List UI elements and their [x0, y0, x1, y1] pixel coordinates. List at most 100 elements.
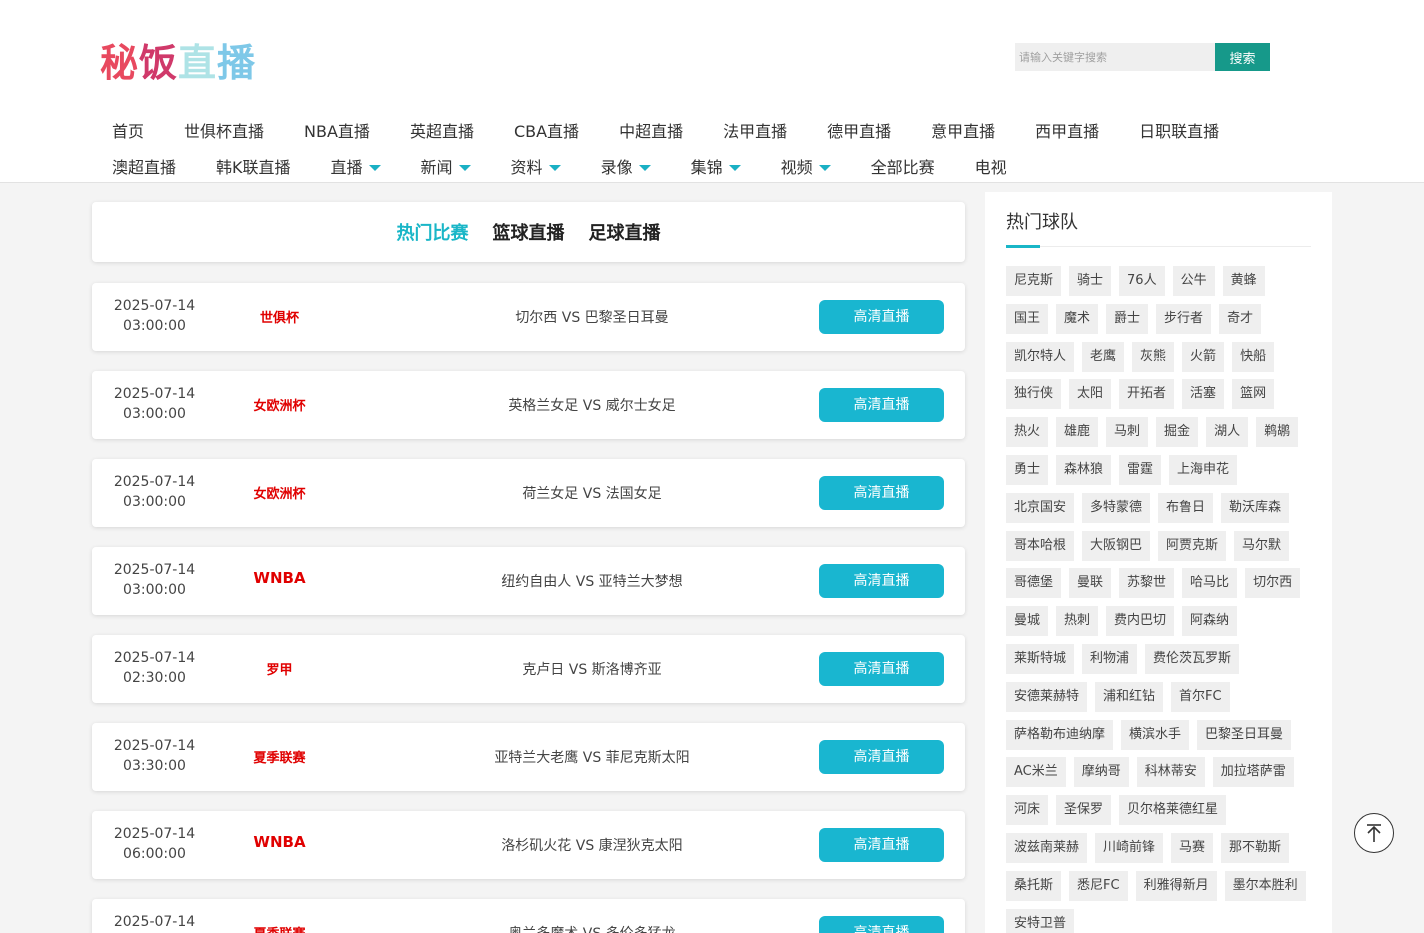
match-teams[interactable]: 克卢日 VS 斯洛博齐亚	[392, 659, 792, 679]
match-league[interactable]: 女欧洲杯	[232, 395, 327, 414]
team-tag[interactable]: 科林蒂安	[1136, 757, 1205, 788]
team-tag[interactable]: 独行侠	[1006, 379, 1062, 410]
team-tag[interactable]: 老鹰	[1082, 341, 1125, 372]
match-teams[interactable]: 亚特兰大老鹰 VS 菲尼克斯太阳	[392, 747, 792, 767]
team-tag[interactable]: 太阳	[1069, 379, 1112, 410]
team-tag[interactable]: 雄鹿	[1056, 417, 1099, 448]
nav-item[interactable]: NBA直播	[292, 118, 382, 142]
nav-item[interactable]: 西甲直播	[1023, 118, 1111, 142]
team-tag[interactable]: 河床	[1006, 795, 1049, 826]
nav-item[interactable]: 视频	[769, 154, 843, 178]
team-tag[interactable]: 76人	[1119, 266, 1165, 296]
tab-hot-matches[interactable]: 热门比赛	[397, 219, 469, 245]
nav-item[interactable]: 全部比赛	[859, 154, 947, 178]
site-logo[interactable]: 秘 饭 直 播	[100, 36, 256, 85]
team-tag[interactable]: 曼城	[1006, 606, 1049, 637]
nav-item[interactable]: 德甲直播	[815, 118, 903, 142]
nav-item[interactable]: 日职联直播	[1127, 118, 1231, 142]
team-tag[interactable]: 加拉塔萨雷	[1212, 757, 1294, 788]
match-league[interactable]: 女欧洲杯	[232, 483, 327, 502]
nav-item[interactable]: 世俱杯直播	[172, 118, 276, 142]
team-tag[interactable]: 多特蒙德	[1082, 492, 1151, 523]
team-tag[interactable]: 阿贾克斯	[1158, 530, 1227, 561]
team-tag[interactable]: 哈马比	[1182, 568, 1238, 599]
live-stream-button[interactable]: 高清直播	[819, 300, 944, 334]
team-tag[interactable]: 马尔默	[1234, 530, 1290, 561]
team-tag[interactable]: 雷霆	[1119, 454, 1162, 485]
team-tag[interactable]: 安特卫普	[1006, 908, 1075, 933]
team-tag[interactable]: 骑士	[1069, 266, 1112, 296]
team-tag[interactable]: 鹈鹕	[1256, 417, 1299, 448]
team-tag[interactable]: 利物浦	[1082, 643, 1138, 674]
match-league[interactable]: WNBA	[232, 569, 327, 587]
team-tag[interactable]: 黄蜂	[1222, 266, 1265, 296]
team-tag[interactable]: 国王	[1006, 303, 1049, 334]
team-tag[interactable]: 首尔FC	[1171, 681, 1230, 712]
team-tag[interactable]: 篮网	[1232, 379, 1275, 410]
live-stream-button[interactable]: 高清直播	[819, 476, 944, 510]
team-tag[interactable]: 湖人	[1206, 417, 1249, 448]
nav-item[interactable]: 首页	[100, 118, 156, 142]
team-tag[interactable]: 勇士	[1006, 454, 1049, 485]
tab-football[interactable]: 足球直播	[589, 219, 661, 245]
live-stream-button[interactable]: 高清直播	[819, 828, 944, 862]
team-tag[interactable]: 横滨水手	[1121, 719, 1190, 750]
search-input[interactable]	[1015, 43, 1215, 71]
team-tag[interactable]: 川崎前锋	[1095, 832, 1164, 863]
live-stream-button[interactable]: 高清直播	[819, 652, 944, 686]
live-stream-button[interactable]: 高清直播	[819, 564, 944, 598]
team-tag[interactable]: AC米兰	[1006, 757, 1066, 788]
team-tag[interactable]: 北京国安	[1006, 492, 1075, 523]
nav-item[interactable]: CBA直播	[502, 118, 591, 142]
team-tag[interactable]: 安德莱赫特	[1006, 681, 1088, 712]
team-tag[interactable]: 悉尼FC	[1069, 870, 1128, 901]
team-tag[interactable]: 巴黎圣日耳曼	[1197, 719, 1292, 750]
match-teams[interactable]: 洛杉矶火花 VS 康涅狄克太阳	[392, 835, 792, 855]
team-tag[interactable]: 魔术	[1056, 303, 1099, 334]
team-tag[interactable]: 火箭	[1182, 341, 1225, 372]
team-tag[interactable]: 桑托斯	[1006, 870, 1062, 901]
team-tag[interactable]: 尼克斯	[1006, 266, 1062, 296]
team-tag[interactable]: 勒沃库森	[1221, 492, 1290, 523]
match-teams[interactable]: 切尔西 VS 巴黎圣日耳曼	[392, 307, 792, 327]
team-tag[interactable]: 浦和红钻	[1095, 681, 1164, 712]
back-to-top-button[interactable]	[1354, 813, 1394, 853]
team-tag[interactable]: 开拓者	[1119, 379, 1175, 410]
team-tag[interactable]: 哥本哈根	[1006, 530, 1075, 561]
team-tag[interactable]: 马赛	[1171, 832, 1214, 863]
nav-item[interactable]: 新闻	[409, 154, 483, 178]
team-tag[interactable]: 马刺	[1106, 417, 1149, 448]
match-teams[interactable]: 奥兰多魔术 VS 多伦多猛龙	[392, 923, 792, 933]
live-stream-button[interactable]: 高清直播	[819, 740, 944, 774]
nav-item[interactable]: 法甲直播	[711, 118, 799, 142]
team-tag[interactable]: 森林狼	[1056, 454, 1112, 485]
team-tag[interactable]: 贝尔格莱德红星	[1119, 795, 1227, 826]
team-tag[interactable]: 萨格勒布迪纳摩	[1006, 719, 1114, 750]
team-tag[interactable]: 阿森纳	[1182, 606, 1238, 637]
nav-item[interactable]: 澳超直播	[100, 154, 188, 178]
nav-item[interactable]: 中超直播	[607, 118, 695, 142]
match-league[interactable]: 夏季联赛	[232, 747, 327, 766]
team-tag[interactable]: 费伦茨瓦罗斯	[1145, 643, 1240, 674]
team-tag[interactable]: 莱斯特城	[1006, 643, 1075, 674]
team-tag[interactable]: 哥德堡	[1006, 568, 1062, 599]
nav-item[interactable]: 英超直播	[398, 118, 486, 142]
team-tag[interactable]: 曼联	[1069, 568, 1112, 599]
team-tag[interactable]: 奇才	[1219, 303, 1262, 334]
team-tag[interactable]: 灰熊	[1132, 341, 1175, 372]
team-tag[interactable]: 快船	[1232, 341, 1275, 372]
live-stream-button[interactable]: 高清直播	[819, 388, 944, 422]
match-teams[interactable]: 荷兰女足 VS 法国女足	[392, 483, 792, 503]
match-league[interactable]: WNBA	[232, 833, 327, 851]
tab-basketball[interactable]: 篮球直播	[493, 219, 565, 245]
team-tag[interactable]: 公牛	[1172, 266, 1215, 296]
team-tag[interactable]: 费内巴切	[1106, 606, 1175, 637]
team-tag[interactable]: 凯尔特人	[1006, 341, 1075, 372]
nav-item[interactable]: 直播	[319, 154, 393, 178]
team-tag[interactable]: 切尔西	[1245, 568, 1301, 599]
team-tag[interactable]: 步行者	[1156, 303, 1212, 334]
team-tag[interactable]: 爵士	[1106, 303, 1149, 334]
team-tag[interactable]: 上海申花	[1169, 454, 1238, 485]
team-tag[interactable]: 苏黎世	[1119, 568, 1175, 599]
team-tag[interactable]: 摩纳哥	[1073, 757, 1129, 788]
